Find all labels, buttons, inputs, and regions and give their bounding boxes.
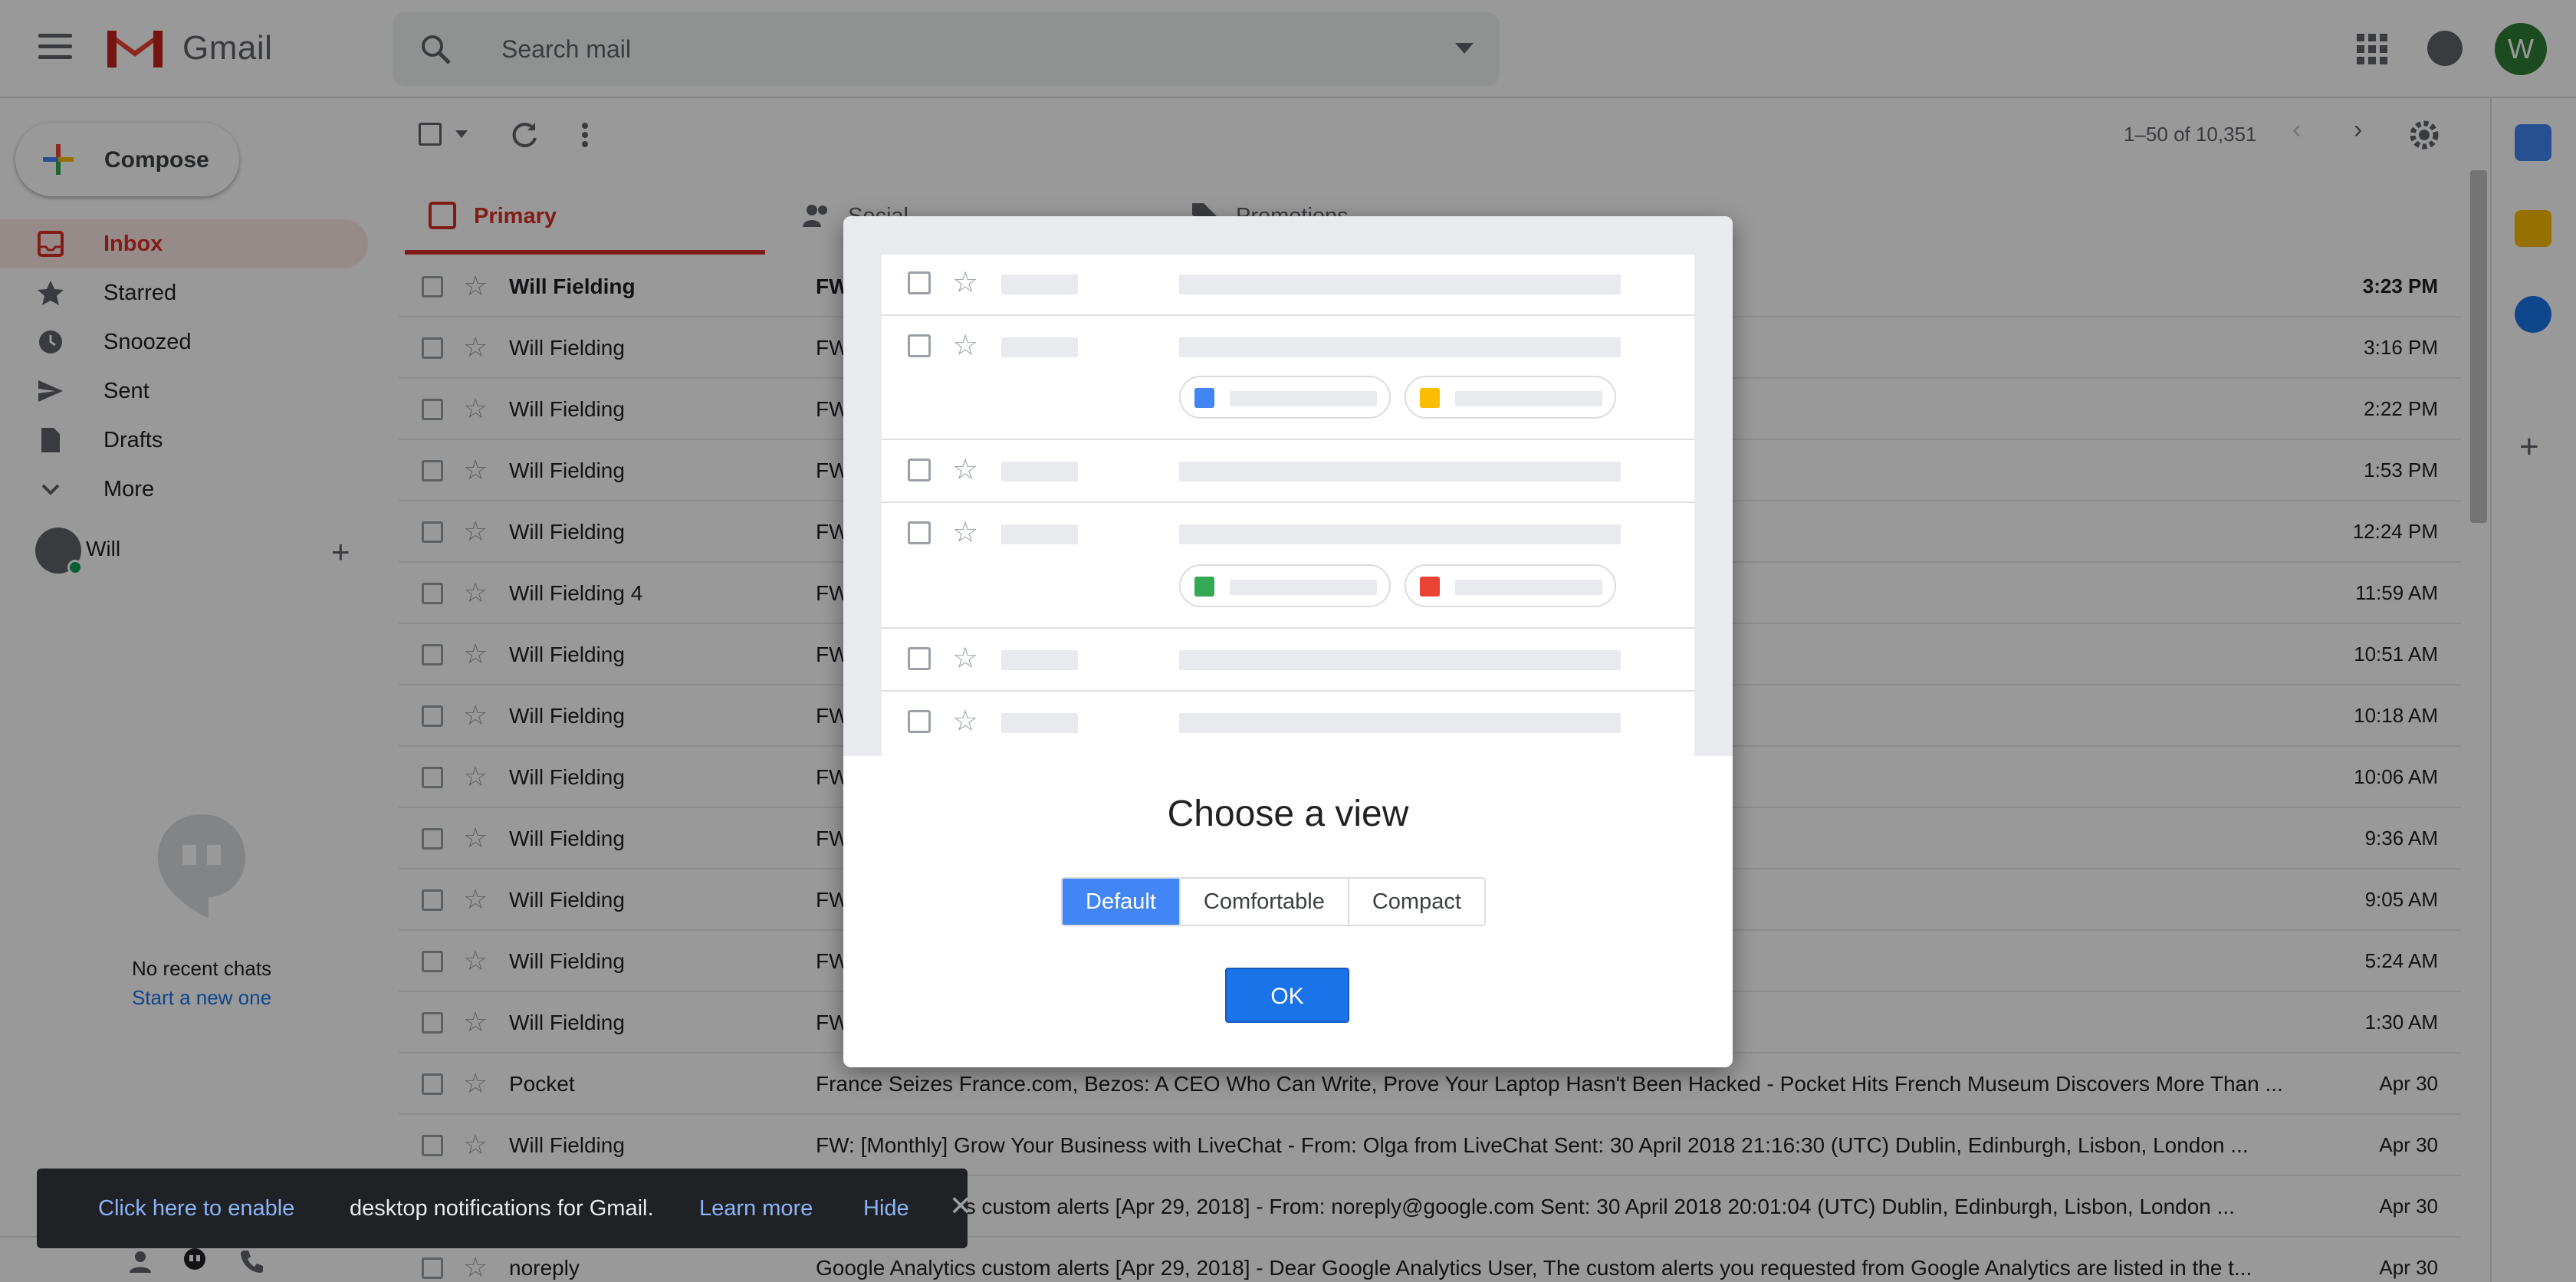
image-icon xyxy=(1420,577,1440,597)
preview-checkbox xyxy=(908,459,931,482)
preview-star-icon: ☆ xyxy=(952,454,979,486)
preview-star-icon: ☆ xyxy=(952,267,979,299)
hide-button[interactable]: Hide xyxy=(863,1196,909,1221)
preview-row: ☆ xyxy=(882,503,1694,629)
enable-notifications-link[interactable]: Click here to enable xyxy=(98,1196,294,1221)
snackbar-message: desktop notifications for Gmail. xyxy=(350,1196,654,1221)
slides-icon xyxy=(1420,388,1440,408)
view-preview: ☆ ☆ ☆ ☆ ☆ ☆ xyxy=(843,216,1733,756)
preview-checkbox xyxy=(908,521,931,544)
preview-attachment-chip xyxy=(1405,376,1616,419)
preview-checkbox xyxy=(908,334,931,357)
preview-star-icon: ☆ xyxy=(952,330,979,362)
preview-subject xyxy=(1179,713,1621,733)
docs-icon xyxy=(1194,388,1214,408)
learn-more-link[interactable]: Learn more xyxy=(699,1196,813,1221)
preview-subject xyxy=(1179,462,1621,482)
preview-attachment-chip xyxy=(1179,376,1391,419)
ok-button[interactable]: OK xyxy=(1225,968,1349,1023)
preview-sender xyxy=(1001,650,1078,670)
preview-row: ☆ xyxy=(882,629,1694,692)
preview-attachment-chip xyxy=(1179,564,1391,607)
preview-sender xyxy=(1001,462,1078,482)
preview-star-icon: ☆ xyxy=(952,517,979,549)
preview-sender xyxy=(1001,337,1078,357)
preview-checkbox xyxy=(908,647,931,670)
view-selector: Default Comfortable Compact xyxy=(1061,877,1486,926)
choose-view-dialog: ☆ ☆ ☆ ☆ ☆ ☆ Choose a view Default Comfor… xyxy=(843,216,1733,1067)
sheets-icon xyxy=(1194,577,1214,597)
preview-row: ☆ xyxy=(882,316,1694,440)
preview-subject xyxy=(1179,337,1621,357)
dialog-title: Choose a view xyxy=(1167,794,1409,834)
close-icon[interactable]: ✕ xyxy=(949,1190,972,1222)
preview-checkbox xyxy=(908,271,931,294)
preview-list: ☆ ☆ ☆ ☆ ☆ ☆ xyxy=(882,255,1694,756)
view-option-comfortable[interactable]: Comfortable xyxy=(1180,879,1349,925)
preview-checkbox xyxy=(908,710,931,733)
preview-subject xyxy=(1179,524,1621,544)
preview-sender xyxy=(1001,713,1078,733)
preview-row: ☆ xyxy=(882,440,1694,503)
preview-row: ☆ xyxy=(882,255,1694,316)
preview-row: ☆ xyxy=(882,692,1694,756)
preview-sender xyxy=(1001,524,1078,544)
view-option-compact[interactable]: Compact xyxy=(1349,879,1484,925)
preview-star-icon: ☆ xyxy=(952,643,979,675)
preview-attachment-chip xyxy=(1405,564,1616,607)
preview-sender xyxy=(1001,274,1078,294)
preview-subject xyxy=(1179,274,1621,294)
notification-snackbar: Click here to enable desktop notificatio… xyxy=(37,1169,972,1248)
preview-star-icon: ☆ xyxy=(952,705,979,738)
view-option-default[interactable]: Default xyxy=(1063,879,1181,925)
preview-subject xyxy=(1179,650,1621,670)
